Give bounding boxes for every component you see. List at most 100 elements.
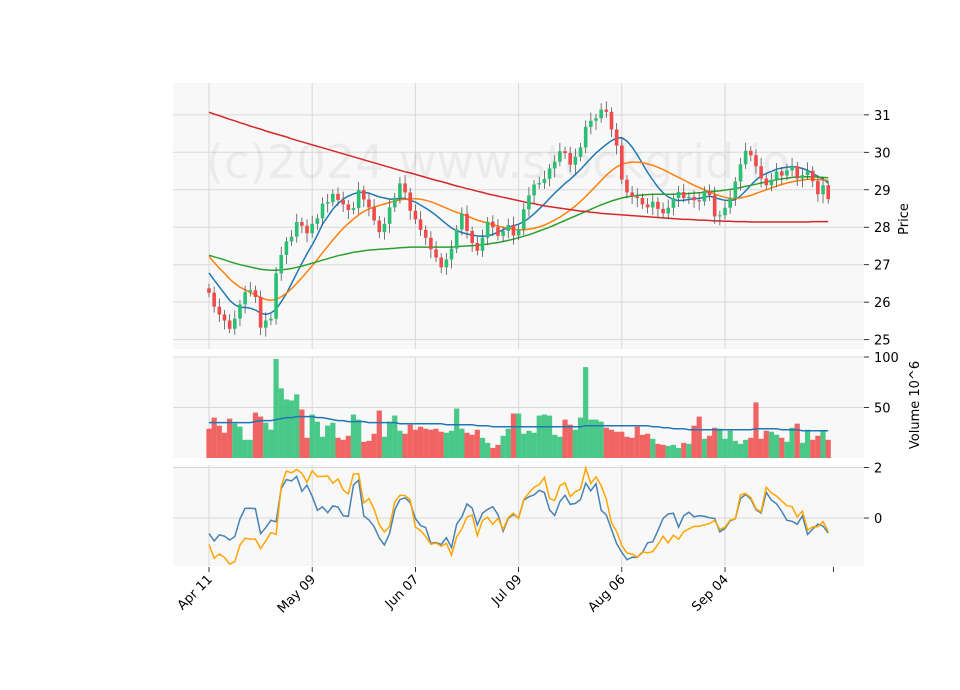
volume-bar	[521, 433, 527, 458]
candle-body	[620, 145, 624, 180]
volume-bar	[794, 423, 800, 458]
volume-bar	[763, 430, 769, 458]
candle-body	[480, 237, 485, 251]
candle-body	[351, 208, 356, 211]
volume-bar	[614, 431, 620, 458]
volume-bar	[774, 434, 780, 458]
volume-bar	[309, 414, 315, 458]
volume-bar	[345, 435, 351, 458]
price-axis-label: Price	[897, 203, 912, 235]
volume-bar	[650, 438, 656, 458]
volume-bar	[221, 432, 228, 458]
volume-bar	[232, 423, 238, 458]
volume-bar	[577, 417, 584, 458]
volume-bar	[376, 410, 382, 458]
volume-bar	[216, 425, 222, 458]
candle-body	[754, 155, 758, 167]
candle-body	[439, 257, 443, 268]
candle-body	[532, 184, 536, 196]
x-tick-label: Aug 06	[585, 572, 628, 615]
candle-body	[687, 196, 691, 199]
candle-body	[723, 207, 727, 216]
candle-body	[769, 179, 774, 186]
candle-body	[640, 198, 645, 205]
candle-body	[207, 288, 211, 293]
volume-tick-label: 50	[874, 402, 891, 417]
candle-body	[826, 185, 830, 200]
candle-body	[429, 237, 433, 250]
volume-bar	[510, 413, 517, 458]
candle-body	[367, 199, 371, 208]
candle-body	[552, 161, 557, 169]
watermark: (c)2024 www.stockgrid.io	[206, 135, 790, 189]
volume-bar	[258, 416, 264, 458]
candle-body	[346, 204, 351, 211]
candle-body	[630, 192, 634, 197]
candle-body	[712, 195, 717, 217]
volume-bar	[691, 425, 697, 458]
stock-chart: (c)2024 www.stockgrid.io Apr 11 May 09 Jun…	[173, 83, 923, 616]
price-tick-label: 26	[874, 296, 891, 311]
candle-body	[676, 192, 681, 199]
x-tick-label: May 09	[275, 572, 319, 616]
volume-bar	[706, 435, 713, 458]
volume-bar	[361, 441, 367, 458]
candle-body	[377, 220, 382, 233]
candle-body	[434, 249, 438, 258]
volume-bar	[608, 429, 615, 458]
volume-bar	[815, 435, 821, 458]
candle-body	[764, 178, 769, 186]
volume-bar	[356, 419, 362, 458]
candle-body	[501, 230, 505, 236]
volume-bar	[252, 412, 259, 458]
candle-body	[568, 153, 572, 165]
volume-bar	[789, 427, 795, 458]
candle-body	[511, 224, 516, 236]
volume-bar	[541, 414, 547, 458]
volume-bar	[681, 442, 687, 458]
volume-bar	[371, 433, 377, 458]
candle-body	[527, 195, 531, 210]
volume-bar	[583, 367, 589, 458]
candle-body	[263, 320, 268, 328]
volume-bar	[516, 413, 522, 458]
volume-bar	[247, 439, 253, 458]
candle-body	[362, 190, 366, 200]
candle-body	[810, 170, 815, 182]
volume-bar	[686, 443, 692, 458]
volume-bar	[464, 432, 470, 458]
volume-bar	[423, 428, 429, 458]
candle-body	[743, 150, 748, 165]
candle-body	[707, 190, 712, 196]
volume-bar	[717, 428, 723, 458]
candle-body	[289, 236, 294, 242]
candle-body	[805, 170, 810, 176]
oscillator-tick-label: 0	[874, 512, 882, 527]
candle-body	[681, 192, 686, 199]
volume-bar	[562, 419, 568, 458]
candle-body	[392, 197, 397, 208]
candle-body	[738, 164, 743, 182]
volume-bar	[433, 428, 439, 458]
candle-body	[382, 223, 387, 233]
candle-body	[248, 290, 253, 293]
candle-body	[718, 215, 722, 217]
candle-body	[258, 296, 263, 328]
candle-body	[465, 213, 469, 231]
volume-bar	[712, 427, 718, 458]
volume-bar	[485, 442, 491, 458]
volume-bar	[557, 436, 563, 458]
candle-body	[294, 221, 299, 237]
candle-body	[460, 213, 464, 230]
candle-body	[516, 229, 521, 236]
candle-body	[800, 175, 805, 179]
volume-bar	[701, 438, 707, 458]
candle-body	[589, 120, 593, 127]
volume-bar	[263, 422, 269, 458]
volume-bar	[407, 424, 413, 458]
candle-body	[403, 183, 407, 193]
volume-bar	[454, 408, 460, 458]
candle-body	[418, 219, 423, 230]
candle-body	[227, 320, 232, 329]
volume-bar	[727, 430, 733, 458]
